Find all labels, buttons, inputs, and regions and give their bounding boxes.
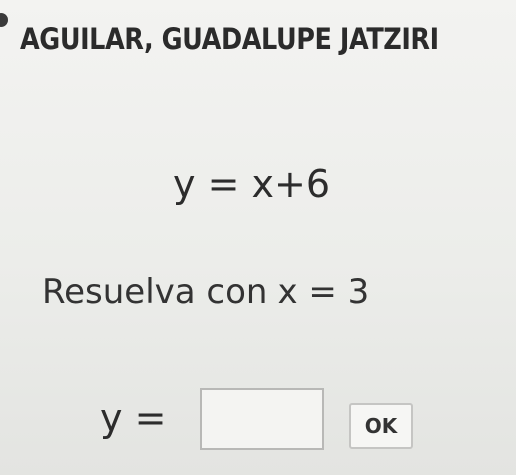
- instruction-text: Resuelva con: [42, 272, 268, 312]
- student-name: AGUILAR, GUADALUPE JATZIRI: [20, 22, 439, 56]
- instruction-condition: x = 3: [277, 272, 370, 312]
- ok-button[interactable]: OK: [349, 403, 413, 449]
- answer-label: y =: [100, 396, 167, 440]
- instruction: Resuelva con x = 3: [42, 272, 369, 312]
- answer-input[interactable]: [200, 388, 324, 450]
- equation: y = x+6: [173, 162, 330, 206]
